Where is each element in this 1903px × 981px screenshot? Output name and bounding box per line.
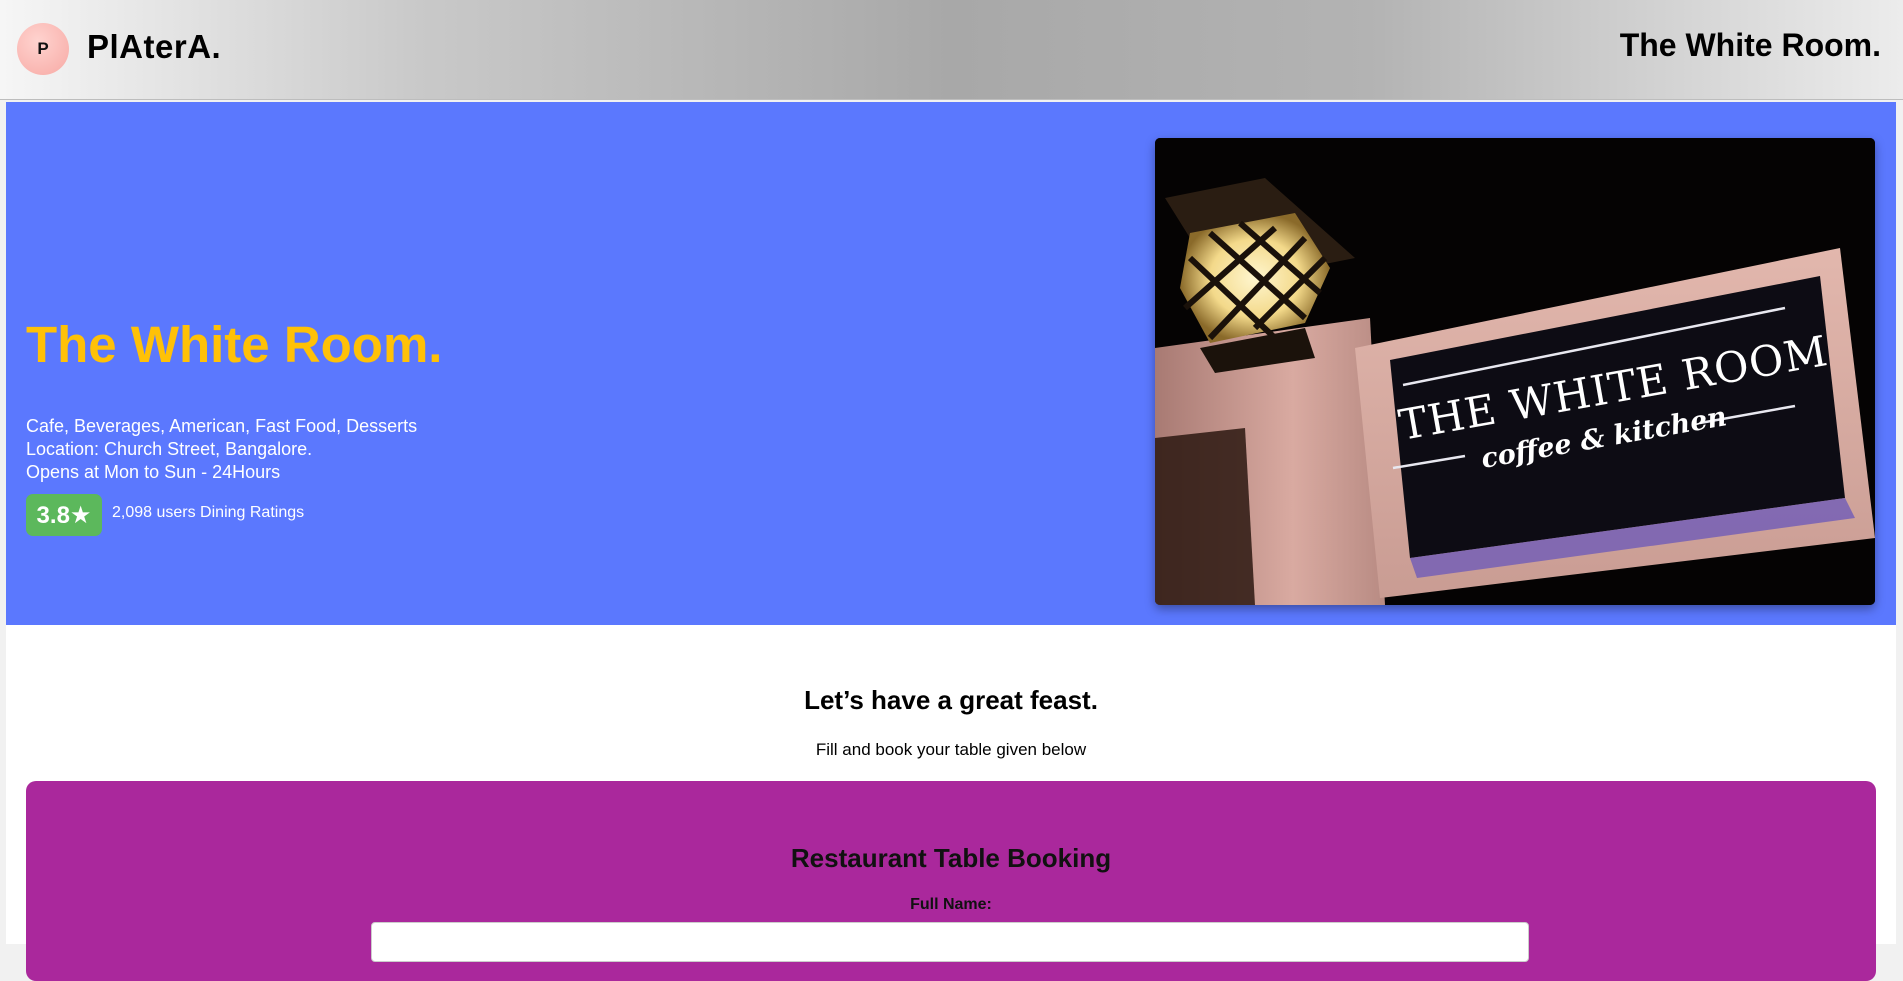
booking-section: Let’s have a great feast. Fill and book … (6, 625, 1896, 981)
booking-form-card: Restaurant Table Booking Full Name: (26, 781, 1876, 981)
restaurant-photo: THE WHITE ROOM coffee & kitchen (1155, 138, 1875, 605)
header-restaurant-title: The White Room. (1619, 27, 1881, 63)
booking-form-title: Restaurant Table Booking (790, 843, 1112, 873)
restaurant-hero: The White Room. Cafe, Beverages, America… (6, 102, 1896, 625)
restaurant-title: The White Room. (26, 316, 443, 373)
full-name-label: Full Name: (910, 896, 992, 913)
brand-name[interactable]: PlAterA. (87, 28, 221, 66)
cuisines-text: Cafe, Beverages, American, Fast Food, De… (26, 416, 418, 436)
rating-count-text: 2,098 users Dining Ratings (112, 504, 305, 521)
full-name-input[interactable] (371, 922, 1529, 962)
booking-heading: Let’s have a great feast. (804, 685, 1098, 715)
logo-letter: P (37, 39, 49, 58)
booking-subheading: Fill and book your table given below (815, 740, 1087, 759)
sign-illustration: THE WHITE ROOM coffee & kitchen (1155, 138, 1875, 605)
top-navbar: P PlAterA. The White Room. (0, 0, 1903, 100)
location-text: Location: Church Street, Bangalore. (26, 439, 313, 459)
restaurant-info: Cafe, Beverages, American, Fast Food, De… (26, 415, 417, 484)
hours-text: Opens at Mon to Sun - 24Hours (26, 462, 281, 482)
logo-icon[interactable]: P (17, 23, 69, 75)
rating-badge: 3.8★ (26, 494, 102, 536)
